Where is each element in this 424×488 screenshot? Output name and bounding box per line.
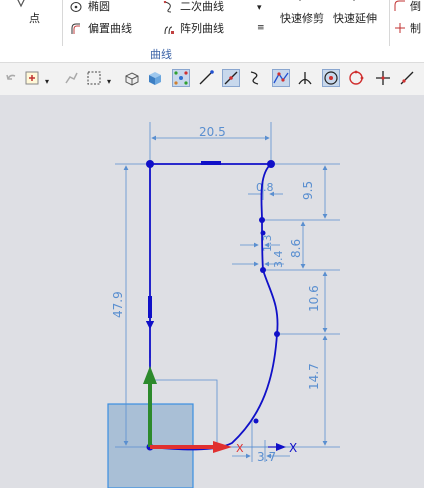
center-point-icon [324, 71, 338, 85]
ellipse-button[interactable]: 椭圆 [88, 0, 110, 13]
make-corner-button[interactable]: 制 [410, 22, 421, 35]
sketch-x-arrowhead [276, 443, 286, 451]
line-midpoint-button[interactable] [222, 69, 240, 87]
pattern-curve-button[interactable]: 阵列曲线 [180, 22, 224, 35]
line-end-button[interactable] [197, 69, 215, 87]
intersection-button[interactable] [374, 69, 392, 87]
y-axis-arrowhead [143, 366, 157, 384]
shaded-view-button[interactable] [146, 69, 164, 87]
spline-point-button[interactable] [272, 69, 290, 87]
point-tool-icon[interactable] [14, 0, 28, 10]
line-midpoint-icon [224, 71, 238, 85]
tangent-icon [298, 72, 312, 85]
sketch-x-label: X [289, 441, 297, 455]
curve-point-button[interactable] [246, 69, 264, 87]
dim-seg4-height[interactable]: 14.7 [307, 363, 321, 390]
point-on-curve-icon [400, 71, 414, 85]
graphics-window[interactable]: 20.5 47.9 9.5 8.6 10.6 14.7 0.8 1.3 3.4 … [0, 95, 424, 488]
offset-curve-icon[interactable] [70, 23, 82, 35]
shaded-view-icon [149, 72, 161, 85]
snap-dropdown[interactable]: ▾ [45, 75, 49, 88]
control-points-icon [174, 71, 188, 85]
spline-point-4[interactable] [274, 331, 280, 337]
point-top-left[interactable] [146, 160, 154, 168]
ellipse-icon[interactable] [70, 1, 82, 13]
snap-point-icon [25, 71, 39, 85]
quick-extend-icon[interactable] [348, 0, 360, 7]
sketch-view[interactable]: 20.5 47.9 9.5 8.6 10.6 14.7 0.8 1.3 3.4 … [0, 95, 424, 488]
spline-point-3[interactable] [260, 267, 266, 273]
conic-curve-icon[interactable] [163, 1, 175, 13]
wireframe-view-button[interactable] [123, 69, 141, 87]
fillet-icon[interactable] [394, 0, 406, 12]
quick-trim-button[interactable]: 快速修剪 [280, 12, 324, 25]
curve-point-icon [250, 71, 259, 85]
intersection-icon [376, 71, 390, 85]
dim-offset-mid2[interactable]: 3.4 [272, 251, 285, 269]
spline-point-icon [273, 72, 289, 84]
x-axis-arrowhead [213, 441, 232, 453]
curve-group-label: 曲线 [150, 48, 172, 61]
control-points-button[interactable] [172, 69, 190, 87]
constraint-icon [65, 72, 78, 84]
center-point-button[interactable] [322, 69, 340, 87]
make-corner-icon[interactable] [394, 22, 406, 34]
dim-overall-height[interactable]: 47.9 [111, 291, 125, 318]
box-select-dropdown[interactable]: ▾ [107, 75, 111, 88]
ribbon-separator [389, 0, 390, 46]
triad-x-label: X [236, 442, 244, 455]
dim-offset-top[interactable]: 0.8 [256, 181, 274, 194]
offset-curve-button[interactable]: 偏置曲线 [88, 22, 132, 35]
box-select-icon [87, 71, 101, 85]
quick-extend-button[interactable]: 快速延伸 [333, 12, 377, 25]
constraint-button[interactable] [62, 69, 80, 87]
box-select-button[interactable] [86, 69, 104, 87]
quadrant-point-button[interactable] [347, 69, 365, 87]
dim-seg3-height[interactable]: 10.6 [307, 285, 321, 312]
selection-toolbar: ▾ ▾ [0, 62, 424, 96]
quick-trim-icon[interactable] [294, 0, 306, 7]
point-top-right[interactable] [267, 160, 275, 168]
dim-bottom-offset[interactable]: 3.7 [257, 450, 276, 464]
dim-seg1-height[interactable]: 9.5 [301, 181, 315, 200]
wireframe-view-icon [125, 72, 139, 86]
pattern-curve-icon[interactable] [163, 23, 175, 35]
spline-point-5[interactable] [253, 418, 259, 424]
dim-seg2-height[interactable]: 8.6 [289, 239, 303, 258]
tangent-button[interactable] [296, 69, 314, 87]
point-on-curve-button[interactable] [398, 69, 416, 87]
undo-button[interactable] [4, 69, 22, 87]
point-tool-label[interactable]: 点 [29, 12, 40, 25]
spline-point-1[interactable] [259, 217, 265, 223]
fillet-button[interactable]: 倒 [410, 0, 421, 13]
more-curves-dropdown[interactable]: ▾ [257, 2, 262, 15]
conic-curve-button[interactable]: 二次曲线 [180, 0, 224, 13]
undo-icon [6, 74, 16, 80]
quadrant-point-icon [349, 70, 364, 85]
ribbon-separator [62, 0, 63, 46]
line-end-icon [199, 70, 214, 85]
more-curves-menu[interactable]: ≡ [257, 22, 265, 35]
snap-point-button[interactable] [24, 69, 42, 87]
spline-point-2[interactable] [260, 230, 266, 236]
dim-top-width[interactable]: 20.5 [199, 125, 226, 139]
ribbon-bar: 点 椭圆 偏置曲线 二次曲线 阵列曲线 ▾ ≡ 快速修剪 快速延伸 倒 制 曲线 [0, 0, 424, 62]
